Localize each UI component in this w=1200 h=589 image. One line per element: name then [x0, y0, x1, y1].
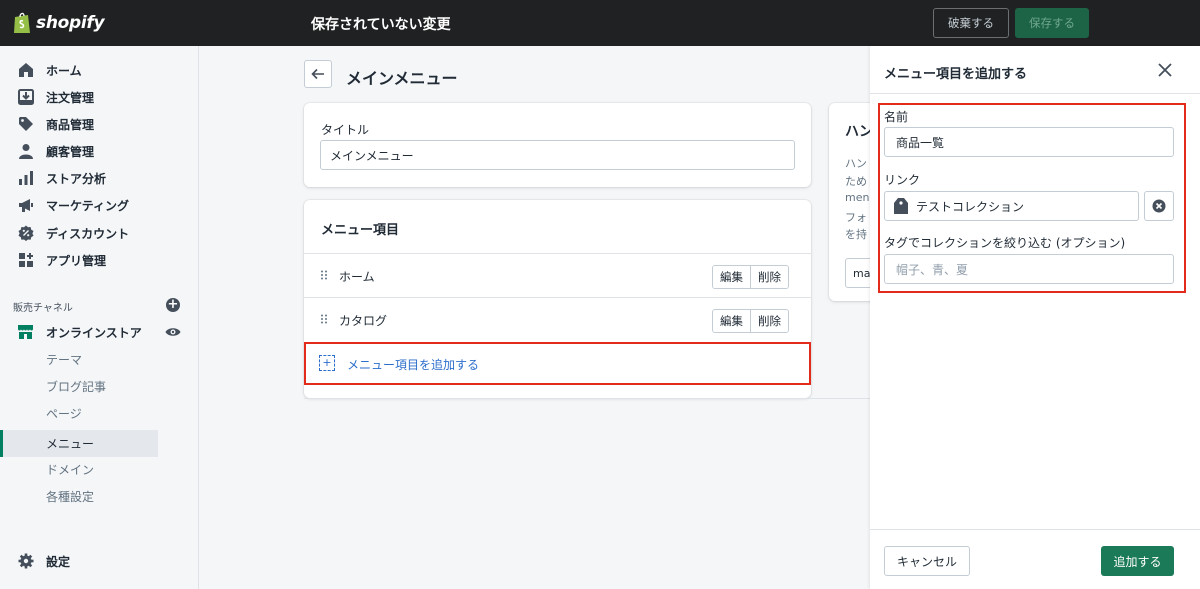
delete-button[interactable]: 削除: [750, 310, 788, 332]
add-button[interactable]: 追加する: [1101, 546, 1174, 576]
apps-icon: [17, 252, 34, 269]
close-icon[interactable]: [1156, 61, 1174, 79]
sidebar: ホーム 注文管理 商品管理 顧客管理 ストア分析 マーケティング ディスカウント…: [0, 46, 199, 589]
person-icon: [17, 143, 34, 160]
collection-tag-icon: [894, 198, 908, 214]
sidebar-item-label: 設定: [46, 554, 71, 569]
title-input[interactable]: メインメニュー: [320, 140, 795, 170]
orders-icon: [17, 89, 34, 106]
sidebar-item-label: 顧客管理: [46, 144, 95, 159]
save-button[interactable]: 保存する: [1015, 8, 1089, 38]
shopify-bag-icon: [14, 12, 30, 33]
unsaved-changes-title: 保存されていない変更: [311, 17, 451, 33]
logo-text: shopify: [36, 13, 105, 33]
sidebar-item-home[interactable]: ホーム: [0, 57, 199, 83]
add-menu-item-panel: メニュー項目を追加する 名前 商品一覧 リンク テストコレクション タグでコレク…: [870, 46, 1200, 589]
menu-item-row[interactable]: カタログ 編集 削除: [304, 297, 811, 341]
add-menu-item-label: メニュー項目を追加する: [347, 358, 480, 372]
add-item-plus-icon: +: [319, 355, 335, 371]
megaphone-icon: [17, 197, 34, 214]
sidebar-subitem-domains[interactable]: ドメイン: [0, 456, 158, 483]
edit-button[interactable]: 編集: [713, 266, 750, 288]
menu-item-row[interactable]: ホーム 編集 削除: [304, 253, 811, 297]
drag-handle-icon[interactable]: [320, 270, 328, 280]
sidebar-item-label: アプリ管理: [46, 253, 107, 268]
bar-chart-icon: [17, 170, 34, 187]
sidebar-item-label: ストア分析: [46, 171, 107, 186]
sidebar-item-label: 注文管理: [46, 90, 95, 105]
cancel-button[interactable]: キャンセル: [884, 546, 970, 576]
sidebar-item-orders[interactable]: 注文管理: [0, 84, 199, 110]
back-button[interactable]: [304, 60, 332, 88]
sidebar-subitem-themes[interactable]: テーマ: [0, 346, 158, 373]
clear-link-button[interactable]: [1144, 191, 1174, 221]
handle-text-line: ため: [845, 175, 867, 188]
sidebar-subitem-menus[interactable]: メニュー: [0, 430, 158, 457]
sidebar-item-apps[interactable]: アプリ管理: [0, 247, 199, 273]
arrow-left-icon: [311, 68, 324, 80]
sidebar-item-label: オンラインストア: [46, 325, 142, 340]
drag-handle-icon[interactable]: [320, 314, 328, 324]
clear-circle-icon: [1152, 199, 1166, 213]
menu-item-actions: 編集 削除: [712, 265, 789, 289]
tag-icon: [17, 116, 34, 133]
discount-icon: [17, 225, 34, 242]
menu-item-label: カタログ: [339, 314, 388, 328]
panel-header-divider: [870, 93, 1200, 94]
name-label: 名前: [884, 110, 909, 124]
handle-card-title: ハン: [845, 124, 873, 140]
tag-filter-input[interactable]: 帽子、青、夏: [884, 254, 1174, 284]
link-value: テストコレクション: [916, 199, 1025, 214]
sidebar-subitem-pages[interactable]: ページ: [0, 400, 158, 427]
menu-item-label: ホーム: [339, 270, 375, 284]
sidebar-item-settings[interactable]: 設定: [0, 548, 199, 574]
sidebar-item-label: ホーム: [46, 63, 82, 78]
title-label: タイトル: [321, 123, 370, 137]
sidebar-item-label: 商品管理: [46, 117, 95, 132]
add-menu-item-button[interactable]: + メニュー項目を追加する: [304, 342, 811, 385]
menu-item-actions: 編集 削除: [712, 309, 789, 333]
sidebar-item-marketing[interactable]: マーケティング: [0, 192, 199, 218]
sidebar-subitem-preferences[interactable]: 各種設定: [0, 483, 158, 510]
handle-text-line: フォ: [845, 211, 867, 224]
handle-text-line: ハン: [845, 157, 867, 170]
sales-channels-heading: 販売チャネル: [13, 303, 73, 314]
sidebar-subitem-label: ページ: [46, 407, 82, 421]
edit-button[interactable]: 編集: [713, 310, 750, 332]
shopify-logo[interactable]: shopify: [12, 11, 105, 35]
home-icon: [17, 62, 34, 79]
sidebar-item-customers[interactable]: 顧客管理: [0, 138, 199, 164]
top-bar: shopify 保存されていない変更 破棄する 保存する: [0, 0, 1200, 46]
discard-button[interactable]: 破棄する: [933, 8, 1009, 38]
main-divider: [304, 398, 870, 399]
menu-items-heading: メニュー項目: [321, 223, 400, 238]
panel-footer-divider: [870, 529, 1200, 530]
eye-icon[interactable]: [165, 326, 181, 341]
title-card: タイトル メインメニュー: [304, 103, 811, 187]
add-channel-plus-icon[interactable]: +: [166, 298, 180, 312]
sidebar-item-label: マーケティング: [46, 198, 130, 213]
active-indicator: [0, 430, 3, 457]
tag-filter-label: タグでコレクションを絞り込む (オプション): [884, 236, 1126, 250]
sidebar-item-products[interactable]: 商品管理: [0, 111, 199, 137]
sidebar-subitem-label: ドメイン: [46, 463, 95, 477]
link-input[interactable]: テストコレクション: [884, 191, 1139, 221]
sidebar-subitem-label: メニュー: [46, 437, 95, 451]
sidebar-item-label: ディスカウント: [46, 226, 130, 241]
sidebar-subitem-label: テーマ: [46, 353, 83, 367]
gear-icon: [17, 553, 34, 570]
delete-button[interactable]: 削除: [750, 266, 788, 288]
handle-text-line: を持: [845, 228, 867, 241]
link-label: リンク: [884, 173, 921, 187]
page-title: メインメニュー: [346, 69, 458, 88]
store-icon: [17, 324, 34, 341]
sidebar-item-analytics[interactable]: ストア分析: [0, 165, 199, 191]
sidebar-subitem-label: 各種設定: [46, 490, 95, 504]
sidebar-subitem-label: ブログ記事: [46, 380, 107, 394]
sidebar-item-discounts[interactable]: ディスカウント: [0, 220, 199, 246]
panel-title: メニュー項目を追加する: [884, 67, 1028, 82]
sidebar-subitem-blog[interactable]: ブログ記事: [0, 373, 158, 400]
name-input[interactable]: 商品一覧: [884, 127, 1174, 157]
